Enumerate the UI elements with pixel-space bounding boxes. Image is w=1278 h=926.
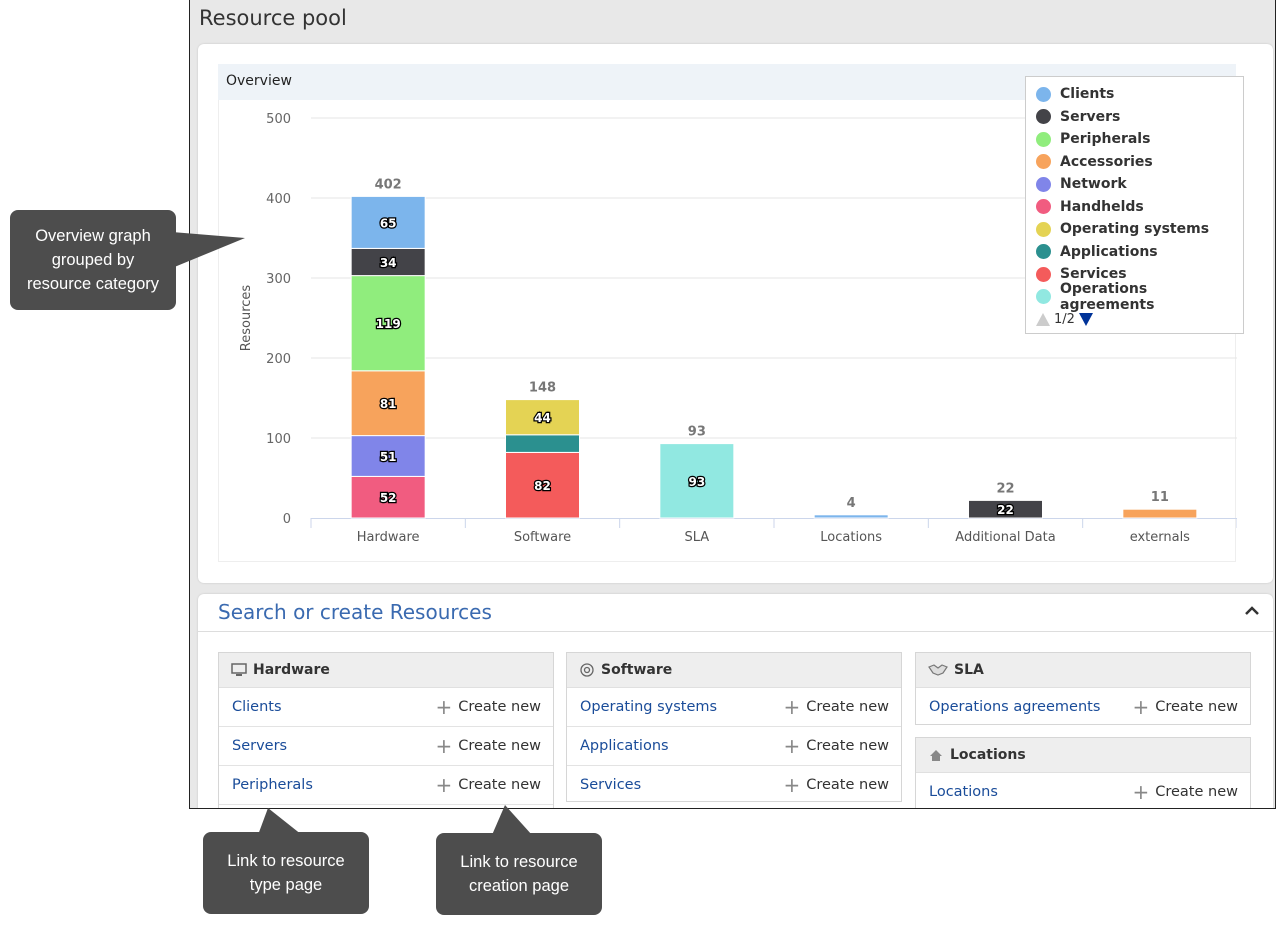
callout-pointer [258, 808, 302, 835]
callout-type-link: Link to resource type page [203, 832, 369, 914]
callout-pointers [172, 232, 532, 835]
callout-pointer [172, 232, 245, 268]
callout-overview-graph: Overview graph grouped by resource categ… [10, 210, 176, 310]
callout-pointer [492, 805, 532, 835]
callout-create-link: Link to resource creation page [436, 833, 602, 915]
